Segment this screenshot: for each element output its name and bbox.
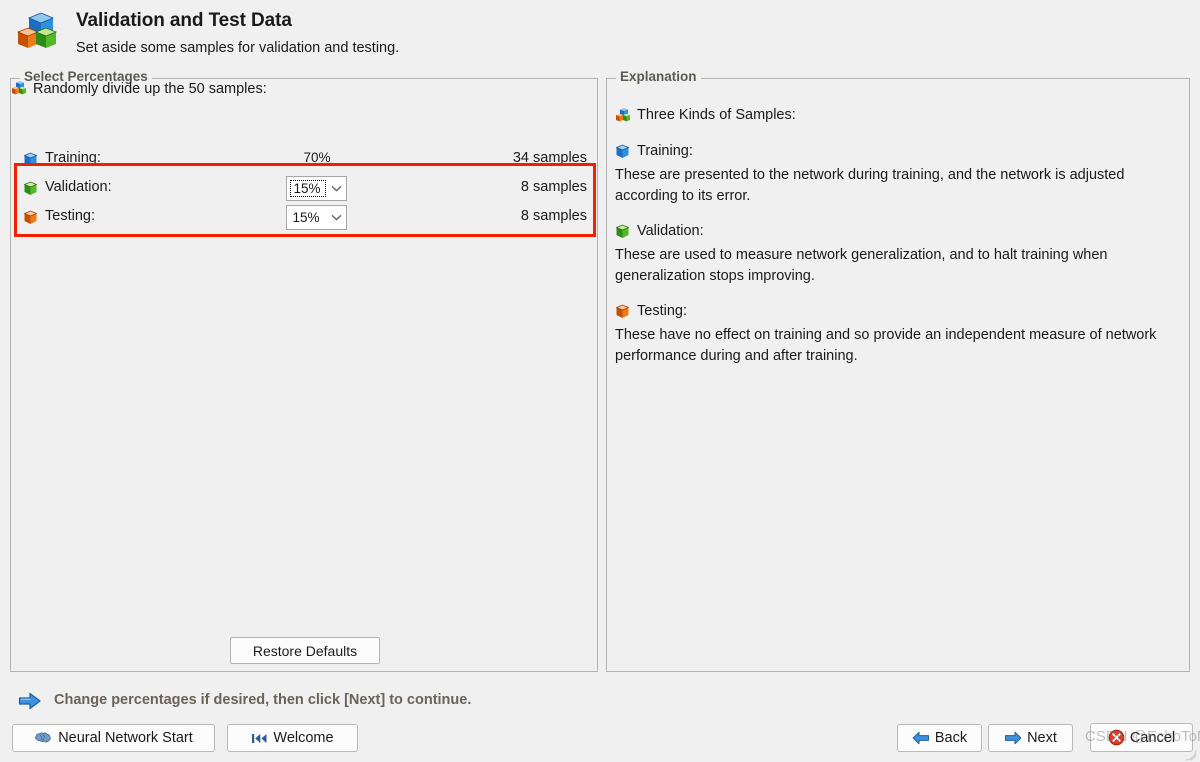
green-cube-icon	[615, 224, 630, 244]
validation-label: Validation:	[45, 179, 112, 195]
cubes-icon	[11, 81, 28, 103]
brain-icon	[34, 731, 53, 746]
explanation-heading-text: Validation:	[637, 223, 704, 239]
testing-percent-select[interactable]: 15%	[286, 205, 347, 230]
validation-percent-select[interactable]: 15%	[286, 176, 347, 201]
training-label: Training:	[45, 150, 101, 166]
chevron-down-icon	[327, 206, 346, 229]
page-header: Validation and Test Data Set aside some …	[0, 0, 1200, 66]
randomly-divide-row: Randomly divide up the 50 samples:	[11, 79, 571, 103]
welcome-label: Welcome	[273, 730, 334, 746]
arrow-left-icon	[912, 731, 930, 745]
resize-grip-icon[interactable]	[1182, 746, 1198, 762]
blue-arrow-right-icon	[18, 692, 42, 715]
explanation-heading-text: Testing:	[637, 303, 687, 319]
page-subtitle: Set aside some samples for validation an…	[76, 40, 400, 56]
back-label: Back	[934, 730, 968, 746]
cancel-label: Cancel	[1129, 729, 1176, 746]
wizard-window: Validation and Test Data Set aside some …	[0, 0, 1200, 762]
explanation-body: Three Kinds of Samples: Training: These …	[615, 105, 1179, 381]
explanation-text-testing: These have no effect on training and so …	[615, 327, 1157, 364]
explanation-heading-training: Training:	[615, 141, 1179, 163]
training-percent: 70%	[303, 150, 331, 165]
next-label: Next	[1027, 730, 1057, 746]
row-testing: Testing: 15% 8 samples	[23, 205, 587, 234]
restore-defaults-button[interactable]: Restore Defaults	[230, 637, 380, 664]
explanation-intro-text: Three Kinds of Samples:	[637, 107, 796, 123]
green-cube-icon	[23, 181, 38, 201]
next-button[interactable]: Next	[988, 724, 1073, 752]
explanation-text-training: These are presented to the network durin…	[615, 167, 1125, 204]
row-training: Training: 70% 34 samples	[23, 147, 587, 176]
orange-cube-icon	[615, 304, 630, 324]
row-validation: Validation: 15% 8 samples	[23, 176, 587, 205]
page-title: Validation and Test Data	[76, 10, 292, 31]
testing-label: Testing:	[45, 208, 95, 224]
back-button[interactable]: Back	[897, 724, 982, 752]
chevron-down-icon	[327, 177, 346, 200]
explanation-text-validation: These are used to measure network genera…	[615, 247, 1108, 284]
cubes-icon	[14, 10, 60, 56]
cubes-icon	[615, 108, 632, 130]
cancel-button[interactable]: Cancel	[1090, 723, 1193, 752]
training-samples: 34 samples	[512, 150, 587, 166]
testing-percent-value: 15%	[292, 210, 320, 225]
explanation-legend: Explanation	[616, 69, 701, 84]
neural-network-start-label: Neural Network Start	[58, 730, 193, 746]
blue-cube-icon	[23, 152, 38, 172]
explanation-heading-text: Training:	[637, 143, 693, 159]
arrow-right-icon	[1004, 731, 1022, 745]
select-percentages-panel: Select Percentages Randomly divide up th…	[10, 69, 598, 672]
neural-network-start-button[interactable]: Neural Network Start	[12, 724, 215, 752]
randomly-divide-label: Randomly divide up the 50 samples:	[33, 81, 267, 97]
explanation-intro: Three Kinds of Samples:	[615, 105, 1179, 127]
error-close-icon	[1108, 729, 1125, 746]
orange-cube-icon	[23, 210, 38, 230]
explanation-panel: Explanation Three Kinds of Samples: Trai…	[606, 69, 1190, 672]
explanation-heading-validation: Validation:	[615, 221, 1179, 243]
skip-back-icon	[251, 732, 268, 745]
validation-samples: 8 samples	[520, 179, 587, 195]
testing-samples: 8 samples	[520, 208, 587, 224]
explanation-heading-testing: Testing:	[615, 301, 1179, 323]
hint-text: Change percentages if desired, then clic…	[54, 692, 472, 708]
blue-cube-icon	[615, 144, 630, 164]
welcome-button[interactable]: Welcome	[227, 724, 358, 752]
validation-percent-value: 15%	[290, 180, 326, 197]
